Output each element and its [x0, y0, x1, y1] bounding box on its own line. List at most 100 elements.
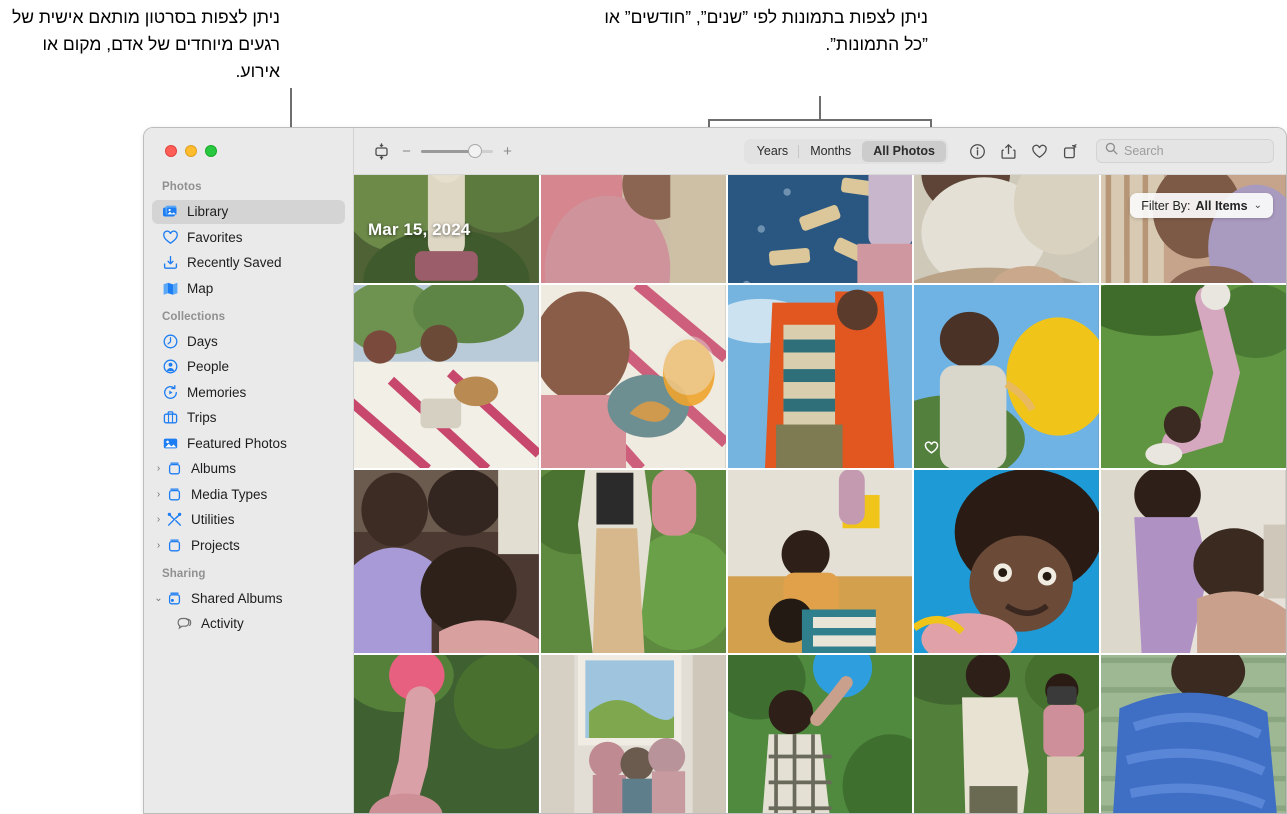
person-icon: [162, 358, 179, 375]
sidebar-item-featured-photos[interactable]: Featured Photos: [152, 431, 345, 455]
photo-thumbnail[interactable]: [1101, 655, 1286, 813]
sidebar-item-utilities[interactable]: › Utilities: [152, 508, 345, 532]
sidebar-item-projects[interactable]: › Projects: [152, 533, 345, 557]
share-icon[interactable]: [993, 138, 1024, 165]
search-icon: [1105, 142, 1118, 160]
map-icon: [162, 280, 179, 297]
sidebar-item-recently-saved[interactable]: Recently Saved: [152, 251, 345, 275]
sidebar-item-label: Days: [187, 333, 218, 349]
tab-years[interactable]: Years: [746, 141, 800, 162]
shared-album-icon: [166, 590, 183, 607]
window-controls[interactable]: [165, 145, 217, 157]
library-icon: [162, 203, 179, 220]
sidebar-item-shared-albums[interactable]: ⌄ Shared Albums: [152, 586, 345, 610]
minimize-button[interactable]: [185, 145, 197, 157]
photo-thumbnail[interactable]: [914, 285, 1100, 468]
album-icon: [166, 460, 183, 477]
slider-knob[interactable]: [468, 144, 482, 158]
callout-text-view-modes: ניתן לצפות בתמונות לפי ”שנים”, ”חודשים” …: [604, 7, 928, 55]
photo-grid-container: Mar 15, 2024 Filter By: All Items ⌄: [354, 175, 1286, 813]
album-icon: [166, 537, 183, 554]
photo-thumbnail[interactable]: [914, 470, 1100, 653]
chevron-right-icon[interactable]: ›: [153, 514, 164, 525]
toolbar: − + Years Months All Photos Search: [354, 128, 1286, 175]
photo-thumbnail[interactable]: [727, 655, 913, 813]
heart-icon[interactable]: [1024, 138, 1055, 165]
sidebar-section-collections-title: Collections: [162, 310, 226, 323]
trips-icon: [162, 409, 179, 426]
tab-months[interactable]: Months: [798, 141, 862, 162]
sidebar-item-activity[interactable]: Activity: [152, 612, 345, 636]
sidebar-item-label: Utilities: [191, 512, 235, 527]
photo-thumbnail[interactable]: [354, 285, 539, 468]
callout-text-memories: ניתן לצפות בסרטון מותאם אישית של רגעים מ…: [11, 7, 280, 82]
content-area: − + Years Months All Photos Search Mar 1…: [354, 128, 1286, 813]
photo-thumbnail[interactable]: [727, 285, 913, 468]
album-icon: [166, 486, 183, 503]
recently-saved-icon: [162, 254, 179, 271]
filter-by-dropdown[interactable]: Filter By: All Items ⌄: [1130, 193, 1273, 218]
utilities-icon: [166, 511, 183, 528]
sidebar-item-label: Map: [187, 280, 214, 296]
zoom-slider[interactable]: [421, 144, 493, 158]
photo-thumbnail[interactable]: [540, 285, 726, 468]
view-mode-segmented-control[interactable]: Years Months All Photos: [743, 138, 948, 164]
aspect-ratio-icon[interactable]: [370, 140, 392, 162]
sidebar-item-people[interactable]: People: [152, 355, 345, 379]
photo-thumbnail[interactable]: Mar 15, 2024: [354, 175, 539, 283]
photo-thumbnail[interactable]: Filter By: All Items ⌄: [1101, 175, 1286, 283]
tab-all-photos[interactable]: All Photos: [862, 140, 946, 162]
photo-thumbnail[interactable]: [354, 655, 539, 813]
close-button[interactable]: [165, 145, 177, 157]
sidebar-item-albums[interactable]: › Albums: [152, 457, 345, 481]
sidebar: Photos Library Favorites Recently Saved: [144, 128, 354, 813]
sidebar-item-label: Activity: [201, 616, 244, 631]
chevron-right-icon[interactable]: ›: [153, 463, 164, 474]
photo-icon: [162, 435, 179, 452]
sidebar-item-label: Trips: [187, 410, 217, 425]
search-input[interactable]: Search: [1096, 139, 1274, 163]
sidebar-item-map[interactable]: Map: [152, 276, 345, 300]
photo-thumbnail[interactable]: [914, 655, 1100, 813]
photo-thumbnail[interactable]: [1101, 285, 1286, 468]
filter-label: Filter By:: [1141, 198, 1191, 213]
photos-app-window: Photos Library Favorites Recently Saved: [143, 127, 1287, 814]
sidebar-item-label: Library: [187, 204, 229, 219]
zoom-out-button[interactable]: −: [401, 144, 412, 159]
chevron-right-icon[interactable]: ›: [153, 489, 164, 500]
photo-thumbnail[interactable]: [1101, 470, 1286, 653]
chevron-down-icon[interactable]: ⌄: [153, 593, 164, 604]
heart-icon: [162, 229, 179, 246]
sidebar-item-label: Albums: [191, 461, 237, 476]
sidebar-item-label: Media Types: [191, 486, 268, 502]
photo-thumbnail[interactable]: [540, 655, 726, 813]
sidebar-item-label: Favorites: [187, 229, 243, 245]
sidebar-item-favorites[interactable]: Favorites: [152, 225, 345, 249]
chevron-right-icon[interactable]: ›: [153, 540, 164, 551]
photo-thumbnail[interactable]: [354, 470, 539, 653]
sidebar-item-label: Memories: [187, 384, 247, 400]
filter-value: All Items: [1195, 198, 1248, 213]
rotate-icon[interactable]: [1055, 138, 1086, 165]
sidebar-item-label: People: [187, 359, 230, 374]
sidebar-item-memories[interactable]: Memories: [152, 380, 345, 404]
sidebar-item-days[interactable]: Days: [152, 329, 345, 353]
clock-icon: [162, 333, 179, 350]
sidebar-item-library[interactable]: Library: [152, 199, 345, 224]
zoom-in-button[interactable]: +: [502, 144, 513, 159]
photo-thumbnail[interactable]: [727, 175, 913, 283]
zoom-controls: − +: [370, 140, 513, 162]
photo-thumbnail[interactable]: [727, 470, 913, 653]
sidebar-item-media-types[interactable]: › Media Types: [152, 482, 345, 506]
favorite-badge-icon: [924, 440, 939, 460]
photo-thumbnail[interactable]: [540, 470, 726, 653]
sidebar-section-photos-title: Photos: [162, 181, 202, 193]
info-icon[interactable]: [962, 138, 993, 165]
photo-thumbnail[interactable]: [914, 175, 1100, 283]
sidebar-item-trips[interactable]: Trips: [152, 406, 345, 430]
toolbar-right-group: Years Months All Photos Search: [743, 138, 1274, 165]
zoom-button[interactable]: [205, 145, 217, 157]
leader-line-viewmodes-bracket-top: [708, 119, 932, 121]
sidebar-item-label: Featured Photos: [187, 435, 287, 451]
photo-thumbnail[interactable]: [540, 175, 726, 283]
